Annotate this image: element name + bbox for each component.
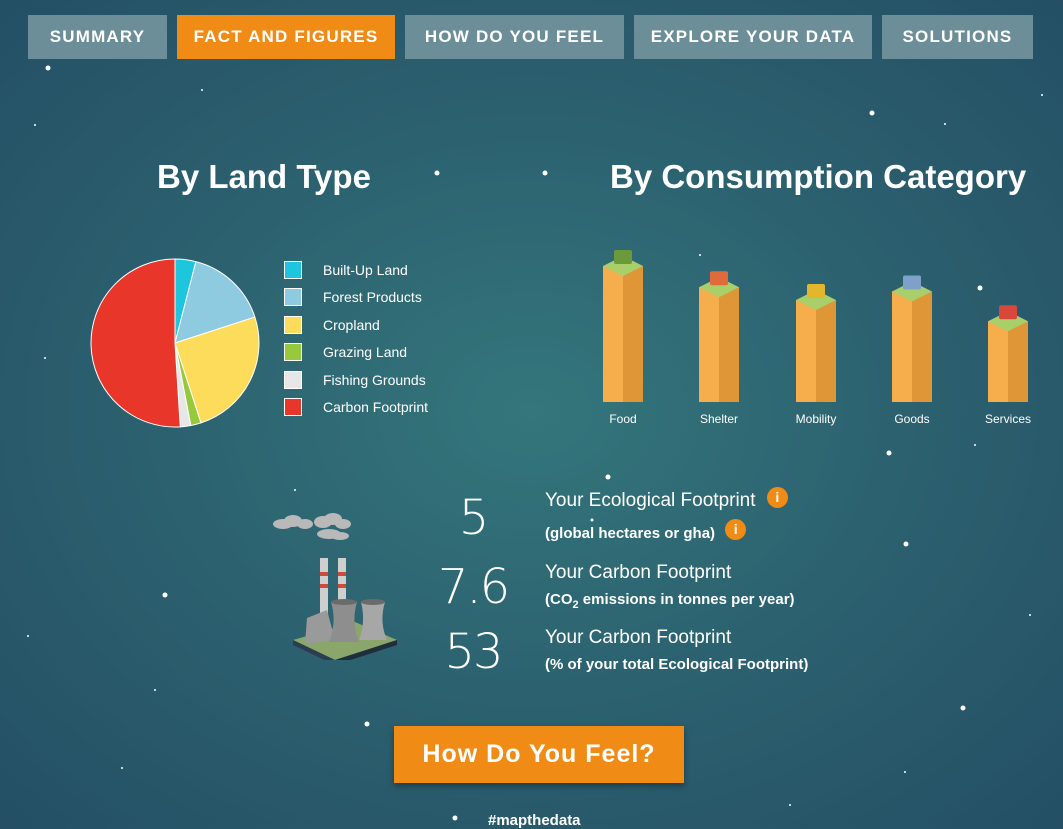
legend-label: Carbon Footprint: [323, 399, 429, 416]
bar-label-shelter: Shelter: [699, 412, 739, 426]
legend-swatch-cropland: [284, 315, 302, 334]
legend-label: Fishing Grounds: [323, 371, 426, 388]
eco-footprint-subtitle: (global hectares or gha) i: [545, 519, 747, 542]
main-nav: SUMMARY FACT AND FIGURES HOW DO YOU FEEL…: [28, 15, 1033, 59]
tab-how-do-you-feel[interactable]: HOW DO YOU FEEL: [405, 15, 624, 59]
bar-label-food: Food: [609, 412, 637, 426]
bar-goods: [892, 275, 932, 402]
legend-label: Forest Products: [323, 289, 422, 306]
bar-shelter: [699, 271, 739, 402]
bar-label-goods: Goods: [894, 412, 930, 426]
tab-summary[interactable]: SUMMARY: [28, 15, 167, 59]
bar-food: [603, 250, 643, 402]
eco-footprint-value: 5: [458, 490, 490, 546]
co2-label: (CO: [545, 591, 573, 608]
consumption-bar-chart: [603, 250, 1028, 402]
info-icon[interactable]: i: [725, 519, 747, 540]
carbon-footprint-value: 7.6: [437, 559, 510, 615]
category-icon: [999, 305, 1017, 320]
carbon-percent-subtitle: (% of your total Ecological Footprint): [545, 656, 809, 673]
legend-swatch-carbon-footprint: [284, 398, 302, 417]
legend-swatch-forest-products: [284, 288, 302, 307]
tab-fact-and-figures[interactable]: FACT AND FIGURES: [177, 15, 395, 59]
pie-slice-carbon-footprint: [90, 258, 181, 428]
legend-swatch-grazing-land: [284, 343, 302, 362]
consumption-heading: By Consumption Category: [610, 158, 1027, 195]
legend-item-forest-products: Forest Products: [284, 284, 428, 312]
legend-swatch-fishing-grounds: [284, 370, 302, 389]
how-do-you-feel-button[interactable]: How Do You Feel?: [394, 726, 684, 783]
legend-item-carbon-footprint: Carbon Footprint: [284, 394, 428, 422]
land-type-legend: Built-Up Land Forest Products Cropland G…: [284, 256, 428, 421]
legend-label: Built-Up Land: [323, 261, 408, 278]
tab-solutions[interactable]: SOLUTIONS: [882, 15, 1033, 59]
smoke-icon: [273, 513, 351, 540]
carbon-percent-value: 53: [444, 624, 503, 680]
category-icon: [807, 284, 825, 298]
carbon-percent-title: Your Carbon Footprint: [545, 627, 732, 648]
hashtag-text: #mapthedata: [488, 812, 581, 829]
legend-label: Cropland: [323, 316, 380, 333]
bar-label-mobility: Mobility: [795, 412, 837, 426]
land-type-pie-chart: [90, 258, 260, 428]
info-icon[interactable]: i: [766, 487, 788, 508]
carbon-footprint-subtitle: (CO2 emissions in tonnes per year): [545, 591, 795, 611]
legend-label: Grazing Land: [323, 344, 408, 361]
legend-item-built-up-land: Built-Up Land: [284, 256, 428, 284]
bar-mobility: [796, 284, 836, 402]
eco-footprint-title-text: Your Ecological Footprint: [545, 490, 756, 511]
legend-item-cropland: Cropland: [284, 311, 428, 339]
eco-footprint-subtitle-text: (global hectares or gha): [545, 525, 716, 542]
category-icon: [903, 275, 921, 290]
eco-footprint-title: Your Ecological Footprint i: [545, 487, 788, 512]
carbon-footprint-title: Your Carbon Footprint: [545, 562, 732, 583]
co2-units-label: emissions in tonnes per year): [578, 591, 795, 608]
legend-item-fishing-grounds: Fishing Grounds: [284, 366, 428, 394]
category-icon: [710, 271, 728, 286]
power-plant-illustration: [273, 513, 397, 660]
legend-item-grazing-land: Grazing Land: [284, 339, 428, 367]
bar-services: [988, 305, 1028, 402]
bar-label-services: Services: [984, 412, 1032, 426]
category-icon: [614, 250, 632, 264]
land-type-heading: By Land Type: [157, 158, 371, 195]
legend-swatch-built-up-land: [284, 260, 302, 279]
tab-explore-your-data[interactable]: EXPLORE YOUR DATA: [634, 15, 872, 59]
